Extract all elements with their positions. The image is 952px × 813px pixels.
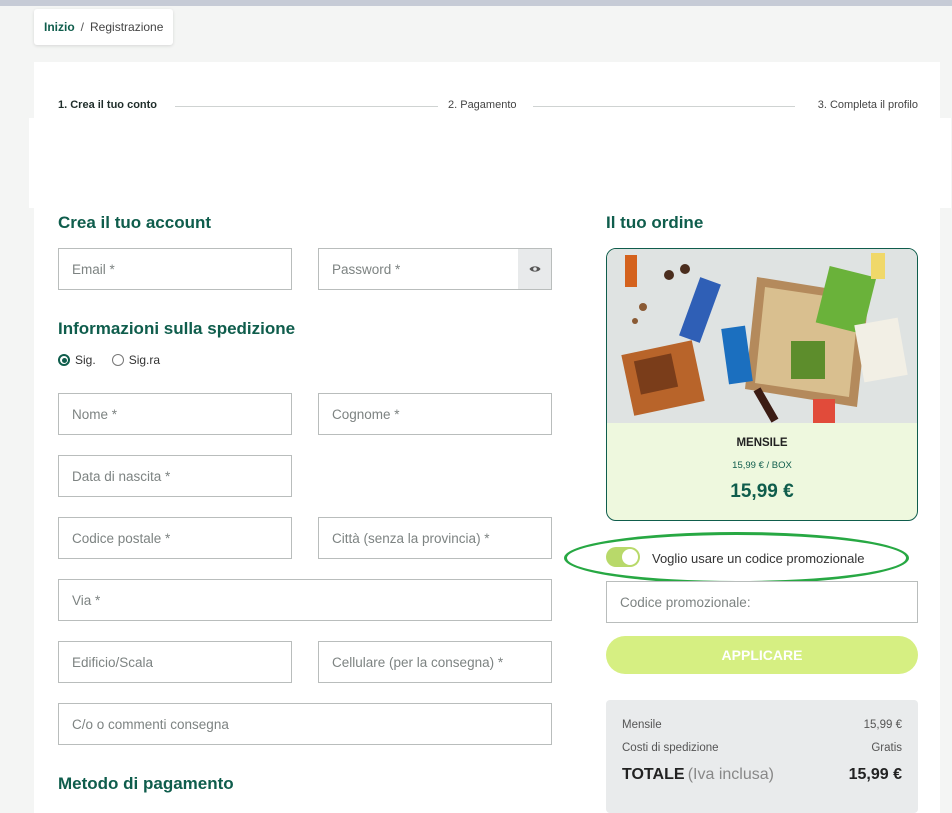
checkout-steps: 1. Crea il tuo conto 2. Pagamento 3. Com… (58, 99, 918, 115)
salutation-radio-group: Sig. Sig.ra (58, 353, 176, 367)
summary-row: Costi di spedizione Gratis (622, 742, 902, 754)
summary-total-row: TOTALE (Iva inclusa) 15,99 € (622, 766, 902, 784)
step-create-account: 1. Crea il tuo conto (58, 99, 158, 111)
summary-row: Mensile 15,99 € (622, 719, 902, 731)
promo-code-input[interactable]: Codice promozionale: (606, 581, 918, 623)
total-value: 15,99 € (848, 766, 902, 783)
plan-name: MENSILE (736, 437, 788, 449)
step-payment: 2. Pagamento (448, 99, 517, 111)
order-section-title: Il tuo ordine (606, 213, 704, 232)
summary-row-label: Mensile (622, 719, 662, 731)
breadcrumb-current: Registrazione (90, 20, 164, 34)
highlight-annotation (564, 532, 909, 584)
blank-banner-area (29, 118, 951, 208)
summary-row-value: 15,99 € (863, 719, 902, 731)
birthdate-field[interactable]: Data di nascita * (58, 455, 292, 497)
mobile-field[interactable]: Cellulare (per la consegna) * (318, 641, 552, 683)
delivery-comments-field[interactable]: C/o o commenti consegna (58, 703, 552, 745)
order-summary: Mensile 15,99 € Costi di spedizione Grat… (606, 700, 918, 813)
radio-sigra[interactable] (111, 354, 124, 366)
browser-top-bar (0, 0, 952, 6)
breadcrumb-home-link[interactable]: Inizio (44, 20, 75, 34)
step-divider (175, 106, 438, 107)
account-section-title: Crea il tuo account (58, 213, 212, 232)
plan-price: 15,99 € (730, 481, 794, 502)
nome-field[interactable]: Nome * (58, 393, 292, 435)
apply-promo-button[interactable]: APPLICARE (606, 636, 918, 674)
total-label: TOTALE (622, 766, 685, 783)
cognome-field[interactable]: Cognome * (318, 393, 552, 435)
password-field[interactable]: Password * (318, 248, 519, 290)
show-password-button[interactable] (518, 248, 552, 290)
email-field[interactable]: Email * (58, 248, 292, 290)
building-field[interactable]: Edificio/Scala (58, 641, 292, 683)
summary-row-value: Gratis (871, 742, 902, 754)
product-box-image (607, 249, 917, 423)
postal-code-field[interactable]: Codice postale * (58, 517, 292, 559)
plan-price-per-box: 15,99 € / BOX (732, 460, 792, 471)
payment-section-title: Metodo di pagamento (58, 774, 234, 793)
radio-sig-label[interactable]: Sig. (75, 353, 96, 367)
street-field[interactable]: Via * (58, 579, 552, 621)
city-field[interactable]: Città (senza la provincia) * (318, 517, 552, 559)
radio-sigra-label[interactable]: Sig.ra (129, 353, 160, 367)
step-complete-profile: 3. Completa il profilo (817, 99, 918, 111)
order-plan-card: MENSILE 15,99 € / BOX 15,99 € (606, 248, 918, 521)
breadcrumb: Inizio / Registrazione (34, 9, 174, 45)
step-divider (533, 106, 795, 107)
eye-icon (529, 266, 540, 272)
total-vat-note: (Iva inclusa) (687, 766, 774, 783)
breadcrumb-separator: / (80, 20, 85, 34)
shipping-section-title: Informazioni sulla spedizione (58, 319, 296, 338)
radio-sig[interactable] (58, 354, 70, 366)
summary-row-label: Costi di spedizione (622, 742, 719, 754)
